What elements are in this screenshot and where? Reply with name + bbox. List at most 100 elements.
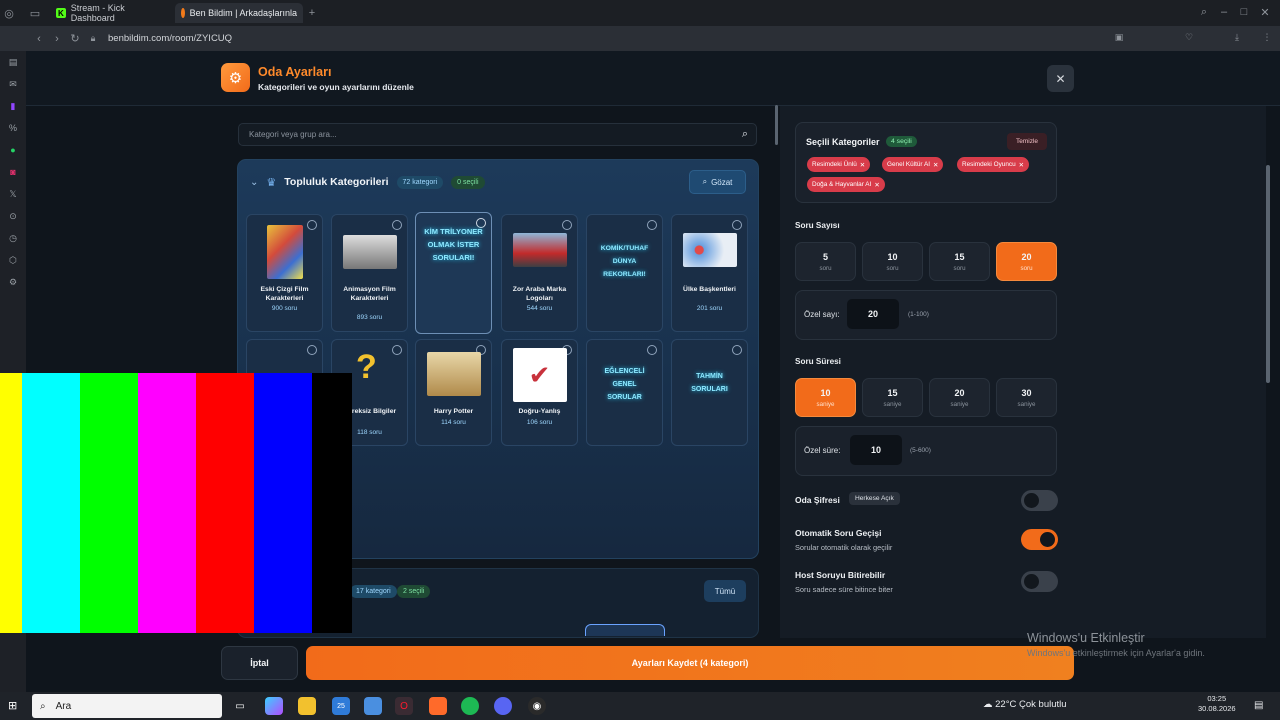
more-menu-icon[interactable]: ⋮ bbox=[1258, 32, 1276, 43]
discord-icon[interactable] bbox=[494, 697, 512, 715]
radio-icon[interactable] bbox=[392, 345, 402, 355]
new-tab-button[interactable]: + bbox=[303, 7, 321, 19]
question-count-label: Soru Sayısı bbox=[795, 221, 840, 230]
count-option-20[interactable]: 20 soru bbox=[996, 242, 1057, 281]
time-option-10[interactable]: 10 saniye bbox=[795, 378, 856, 417]
close-button[interactable]: ✕ bbox=[1047, 65, 1074, 92]
radio-icon[interactable] bbox=[307, 220, 317, 230]
sidebar-play-icon[interactable]: ⊙ bbox=[0, 205, 26, 227]
room-password-toggle[interactable] bbox=[1021, 490, 1058, 511]
sidebar-cube-icon[interactable]: ⬡ bbox=[0, 249, 26, 271]
chip-close-icon[interactable]: ✕ bbox=[860, 161, 865, 169]
sidebar-app-icon[interactable]: ▤ bbox=[0, 51, 26, 73]
radio-icon[interactable] bbox=[732, 345, 742, 355]
category-card[interactable]: KİM TRİLYONER OLMAK İSTER SORULARI! bbox=[415, 212, 492, 334]
opera-icon[interactable]: O bbox=[395, 697, 413, 715]
history-icon[interactable]: ◷ bbox=[0, 227, 26, 249]
x-icon[interactable]: 𝕏 bbox=[0, 183, 26, 205]
group-selected-badge: 2 seçili bbox=[397, 585, 431, 598]
spotify-icon[interactable] bbox=[461, 697, 479, 715]
weather-widget[interactable]: ☁ 22°C Çok bulutlu bbox=[983, 699, 1067, 710]
count-option-5[interactable]: 5 soru bbox=[795, 242, 856, 281]
search-input[interactable] bbox=[249, 130, 719, 139]
whatsapp-icon[interactable]: ● bbox=[0, 139, 26, 161]
animation-image bbox=[342, 235, 397, 269]
category-card[interactable]: Harry Potter 114 soru bbox=[415, 339, 492, 446]
download-icon[interactable]: ⤓ bbox=[1228, 32, 1246, 43]
radio-icon[interactable] bbox=[307, 345, 317, 355]
radio-icon[interactable] bbox=[647, 220, 657, 230]
task-view-icon[interactable]: ▭ bbox=[231, 697, 249, 715]
back-icon[interactable]: ‹ bbox=[30, 33, 48, 45]
selected-chip[interactable]: Resimdeki Oyuncu ✕ bbox=[957, 157, 1029, 172]
tab-kick-dashboard[interactable]: K Stream - Kick Dashboard bbox=[50, 3, 175, 23]
twitch-icon[interactable]: ▮ bbox=[0, 95, 26, 117]
selected-chip[interactable]: Genel Kültür AI ✕ bbox=[882, 157, 944, 172]
time-option-15[interactable]: 15 saniye bbox=[862, 378, 923, 417]
radio-icon[interactable] bbox=[647, 345, 657, 355]
chevron-down-icon[interactable]: ⌄ bbox=[250, 177, 258, 188]
chip-close-icon[interactable]: ✕ bbox=[933, 161, 938, 169]
file-explorer-icon[interactable] bbox=[298, 697, 316, 715]
left-scrollbar[interactable] bbox=[775, 105, 778, 145]
clock[interactable]: 03:25 30.08.2026 bbox=[1198, 694, 1236, 714]
community-header[interactable]: ⌄ ♛ Topluluk Kategorileri 72 kategori 0 … bbox=[250, 170, 485, 194]
count-option-15[interactable]: 15 soru bbox=[929, 242, 990, 281]
radio-icon[interactable] bbox=[392, 220, 402, 230]
all-button[interactable]: Tümü bbox=[704, 580, 746, 602]
notification-icon[interactable]: ▤ bbox=[1254, 700, 1263, 711]
selected-chip[interactable]: Resimdeki Ünlü ✕ bbox=[807, 157, 871, 172]
category-card[interactable]: Ülke Başkentleri 201 soru bbox=[671, 214, 748, 332]
chip-close-icon[interactable]: ✕ bbox=[1019, 161, 1024, 169]
search-icon[interactable]: ⌕ bbox=[742, 128, 748, 141]
minimize-icon[interactable]: – bbox=[1215, 6, 1233, 18]
settings-icon[interactable]: ⚙ bbox=[0, 271, 26, 293]
clear-button[interactable]: Temizle bbox=[1007, 133, 1047, 150]
custom-time-input[interactable]: 10 bbox=[850, 435, 902, 465]
time-option-30[interactable]: 30 saniye bbox=[996, 378, 1057, 417]
bookmark-icon[interactable]: ♡ bbox=[1180, 32, 1198, 43]
category-card[interactable]: EĞLENCELİ GENEL SORULAR bbox=[586, 339, 663, 446]
tab-actions-icon[interactable]: ▭ bbox=[26, 7, 44, 20]
group-card[interactable] bbox=[585, 624, 665, 636]
sidebar-messenger-icon[interactable]: ✉ bbox=[0, 73, 26, 95]
count-option-10[interactable]: 10 soru bbox=[862, 242, 923, 281]
reload-icon[interactable]: ↻ bbox=[66, 32, 84, 45]
category-card[interactable]: KOMİK/TUHAF DÜNYA REKORLARI! bbox=[586, 214, 663, 332]
category-card[interactable]: Animasyon Film Karakterleri 893 soru bbox=[331, 214, 408, 332]
browse-button[interactable]: ⌕ Gözat bbox=[689, 170, 746, 194]
right-scrollbar[interactable] bbox=[1266, 165, 1270, 383]
category-card[interactable]: ✔ Doğru-Yanlış 106 soru bbox=[501, 339, 578, 446]
taskbar-search[interactable]: ⌕ Ara bbox=[32, 694, 222, 718]
cancel-button[interactable]: İptal bbox=[221, 646, 298, 680]
radio-icon[interactable] bbox=[732, 220, 742, 230]
tab-benbildim[interactable]: Ben Bildim | Arkadaşlarınla bbox=[175, 3, 303, 23]
category-card[interactable]: TAHMİN SORULARI bbox=[671, 339, 748, 446]
card-count: 544 soru bbox=[526, 305, 553, 312]
save-settings-button[interactable]: Ayarları Kaydet (4 kategori) bbox=[306, 646, 1074, 680]
host-end-toggle[interactable] bbox=[1021, 571, 1058, 592]
forward-icon[interactable]: › bbox=[48, 33, 66, 45]
extensions-icon[interactable]: ▣ bbox=[1110, 32, 1128, 43]
time-option-20[interactable]: 20 saniye bbox=[929, 378, 990, 417]
mail-icon[interactable]: 25 bbox=[332, 697, 350, 715]
copilot-icon[interactable] bbox=[265, 697, 283, 715]
chip-close-icon[interactable]: ✕ bbox=[874, 181, 879, 189]
selected-chip[interactable]: Doğa & Hayvanlar AI ✕ bbox=[807, 177, 885, 192]
maximize-icon[interactable]: □ bbox=[1235, 6, 1253, 18]
store-icon[interactable] bbox=[364, 697, 382, 715]
category-card[interactable]: Zor Araba Marka Logoları 544 soru bbox=[501, 214, 578, 332]
custom-count-input[interactable]: 20 bbox=[847, 299, 899, 329]
instagram-icon[interactable]: ◙ bbox=[0, 161, 26, 183]
radio-icon[interactable] bbox=[562, 220, 572, 230]
obs-icon[interactable]: ◉ bbox=[528, 697, 546, 715]
window-close-icon[interactable]: ✕ bbox=[1256, 6, 1274, 19]
search-tabs-icon[interactable]: ⌕ bbox=[1195, 6, 1213, 19]
auto-next-toggle[interactable] bbox=[1021, 529, 1058, 550]
start-icon[interactable]: ⊞ bbox=[8, 699, 17, 712]
url-field[interactable]: benbildim.com/room/ZYICUQ bbox=[108, 33, 232, 44]
sidebar-percent-icon[interactable]: % bbox=[0, 117, 26, 139]
app-icon[interactable] bbox=[429, 697, 447, 715]
browser-menu-icon[interactable]: ◎ bbox=[0, 7, 18, 20]
category-card[interactable]: Eski Çizgi Film Karakterleri 900 soru bbox=[246, 214, 323, 332]
